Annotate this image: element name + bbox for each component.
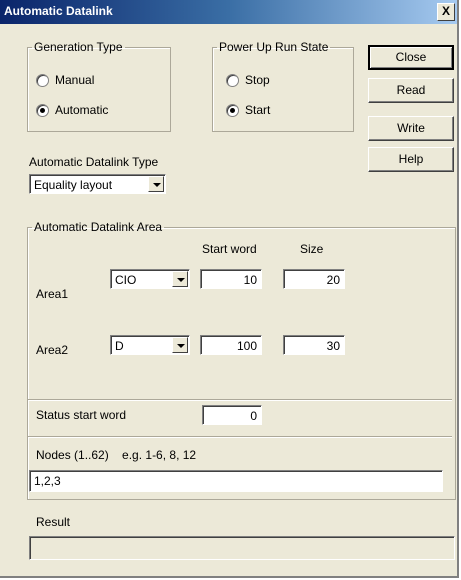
area1-size-input[interactable]: 20 — [283, 269, 345, 289]
separator — [28, 399, 452, 401]
radio-stop[interactable]: Stop — [226, 73, 270, 87]
automatic-datalink-dialog: Automatic Datalink X Generation Type Man… — [0, 0, 459, 578]
radio-start-label: Start — [245, 103, 271, 117]
separator — [28, 436, 452, 438]
chevron-down-icon[interactable] — [148, 176, 164, 192]
datalink-type-select[interactable]: Equality layout — [29, 174, 166, 194]
nodes-input[interactable]: 1,2,3 — [29, 470, 443, 492]
chevron-down-icon[interactable] — [172, 271, 188, 287]
datalink-type-value: Equality layout — [34, 178, 113, 192]
area2-type-select[interactable]: D — [110, 335, 190, 355]
result-field — [29, 536, 455, 560]
area2-start-word-input[interactable]: 100 — [200, 335, 262, 355]
radio-manual[interactable]: Manual — [36, 73, 94, 87]
area1-type-select[interactable]: CIO — [110, 269, 190, 289]
area1-type-value: CIO — [115, 273, 137, 287]
close-button[interactable]: Close — [368, 45, 454, 70]
radio-automatic-indicator[interactable] — [36, 103, 49, 117]
area2-label: Area2 — [36, 343, 69, 357]
result-label: Result — [36, 515, 71, 529]
generation-type-legend: Generation Type — [34, 40, 123, 54]
power-up-legend: Power Up Run State — [219, 40, 329, 54]
chevron-down-icon[interactable] — [172, 337, 188, 353]
title-bar[interactable]: Automatic Datalink X — [0, 0, 457, 24]
read-button[interactable]: Read — [368, 78, 454, 103]
radio-start-indicator[interactable] — [226, 103, 239, 117]
radio-automatic-label: Automatic — [55, 103, 109, 117]
write-button[interactable]: Write — [368, 116, 454, 141]
radio-stop-label: Stop — [245, 73, 270, 87]
status-start-word-label: Status start word — [36, 408, 127, 422]
area2-size-input[interactable]: 30 — [283, 335, 345, 355]
radio-stop-indicator[interactable] — [226, 73, 239, 87]
area1-label: Area1 — [36, 287, 69, 301]
datalink-area-legend: Automatic Datalink Area — [34, 220, 163, 234]
window-title: Automatic Datalink — [4, 4, 113, 18]
area2-type-value: D — [115, 339, 124, 353]
nodes-label: Nodes (1..62) e.g. 1-6, 8, 12 — [36, 448, 197, 462]
close-icon[interactable]: X — [437, 3, 455, 21]
datalink-type-label: Automatic Datalink Type — [29, 155, 159, 169]
start-word-header: Start word — [202, 242, 257, 256]
status-start-word-input[interactable]: 0 — [202, 405, 262, 425]
radio-manual-label: Manual — [55, 73, 95, 87]
area1-start-word-input[interactable]: 10 — [200, 269, 262, 289]
radio-start[interactable]: Start — [226, 103, 270, 117]
help-button[interactable]: Help — [368, 147, 454, 172]
radio-automatic[interactable]: Automatic — [36, 103, 108, 117]
radio-manual-indicator[interactable] — [36, 73, 49, 87]
size-header: Size — [300, 242, 324, 256]
